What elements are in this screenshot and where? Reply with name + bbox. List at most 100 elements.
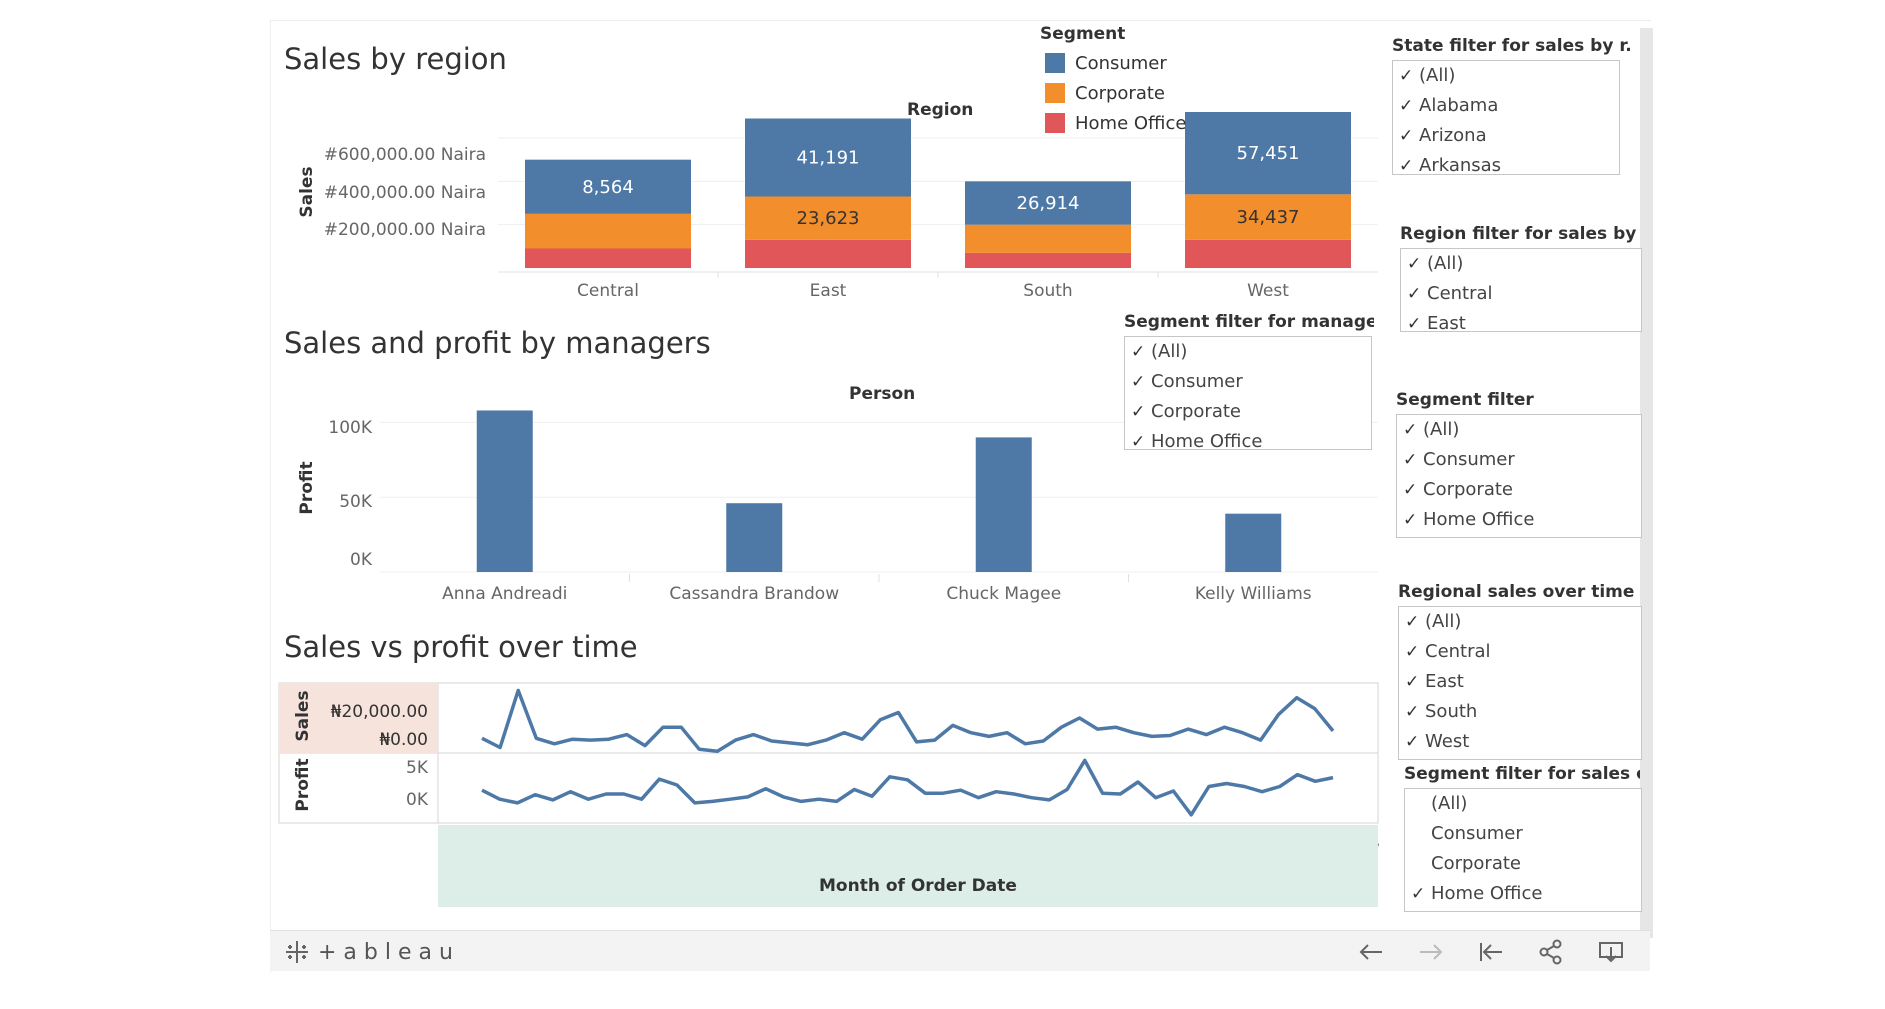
filter-2-title: Segment filter for managers bbox=[1124, 312, 1374, 332]
filter-option[interactable]: (All) bbox=[1405, 789, 1641, 819]
checkmark-icon[interactable]: ✓ bbox=[1131, 367, 1151, 397]
filter-option-label: Consumer bbox=[1423, 449, 1515, 470]
checkmark-icon[interactable]: ✓ bbox=[1131, 427, 1151, 449]
filter-option-label: Consumer bbox=[1431, 823, 1523, 844]
filter-option[interactable]: ✓ South bbox=[1399, 697, 1641, 727]
legend-item-consumer[interactable]: Consumer bbox=[1045, 52, 1167, 74]
filter-5-list[interactable]: (All) Consumer Corporate ✓ Home Office bbox=[1404, 788, 1642, 912]
filter-option-label: Home Office bbox=[1151, 431, 1263, 450]
undo-button[interactable] bbox=[1356, 937, 1386, 967]
filter-2-list[interactable]: ✓ (All) ✓ Consumer ✓ Corporate ✓ Home Office bbox=[1124, 336, 1372, 450]
filter-4-title: Regional sales over time bbox=[1398, 582, 1635, 602]
region-bar-label: 41,191 bbox=[797, 148, 860, 169]
profit-time-line bbox=[481, 758, 1334, 817]
filter-option-label: Home Office bbox=[1423, 509, 1535, 530]
manager-bar-chuck-magee bbox=[975, 437, 1032, 572]
manager-name-label: Chuck Magee bbox=[946, 584, 1061, 604]
legend-label: Corporate bbox=[1075, 82, 1165, 104]
filter-option[interactable]: ✓ (All) bbox=[1393, 61, 1619, 91]
filter-1-list[interactable]: ✓ (All) ✓ Central ✓ East bbox=[1400, 248, 1642, 332]
checkmark-icon[interactable]: ✓ bbox=[1407, 249, 1427, 279]
checkmark-icon[interactable]: ✓ bbox=[1405, 667, 1425, 697]
checkmark-icon[interactable]: ✓ bbox=[1403, 505, 1423, 535]
checkmark-icon[interactable]: ✓ bbox=[1405, 727, 1425, 757]
time-sales-tick-20k: ₦20,000.00 bbox=[330, 702, 428, 722]
filter-option[interactable]: ✓ West bbox=[1399, 727, 1641, 757]
checkmark-icon[interactable]: ✓ bbox=[1399, 121, 1419, 151]
checkmark-icon[interactable]: ✓ bbox=[1407, 279, 1427, 309]
filter-option[interactable]: ✓ (All) bbox=[1401, 249, 1641, 279]
region-bar-label: 34,437 bbox=[1237, 207, 1300, 228]
download-button[interactable] bbox=[1596, 937, 1626, 967]
tableau-logo[interactable]: +ableau bbox=[284, 939, 460, 965]
checkmark-icon[interactable]: ✓ bbox=[1131, 397, 1151, 427]
checkmark-icon[interactable]: ✓ bbox=[1407, 309, 1427, 331]
checkmark-icon[interactable]: ✓ bbox=[1399, 151, 1419, 174]
filter-option-label: Alabama bbox=[1419, 95, 1499, 116]
filter-option[interactable]: ✓ (All) bbox=[1125, 337, 1371, 367]
bottom-toolbar: +ableau bbox=[270, 930, 1650, 971]
redo-button[interactable] bbox=[1416, 937, 1446, 967]
filter-option[interactable]: ✓ Alabama bbox=[1393, 91, 1619, 121]
checkmark-icon[interactable]: ✓ bbox=[1399, 91, 1419, 121]
filter-option[interactable]: ✓ Home Office bbox=[1125, 427, 1371, 450]
filter-option[interactable]: ✓ Arizona bbox=[1393, 121, 1619, 151]
tableau-wordmark: +ableau bbox=[318, 939, 460, 965]
filter-option-label: Consumer bbox=[1151, 371, 1243, 392]
region-category-south: South bbox=[1023, 281, 1072, 301]
filter-option-label: East bbox=[1427, 313, 1466, 332]
filter-option[interactable]: ✓ Consumer bbox=[1397, 445, 1641, 475]
revert-button[interactable] bbox=[1476, 937, 1506, 967]
filter-5-title: Segment filter for sales ove bbox=[1404, 764, 1640, 784]
share-button[interactable] bbox=[1536, 937, 1566, 967]
manager-name-label: Kelly Williams bbox=[1195, 584, 1312, 604]
filter-0-list[interactable]: ✓(All)✓Alabama✓Arizona✓Arkansas✓Californ… bbox=[1392, 60, 1620, 175]
checkmark-icon[interactable]: ✓ bbox=[1405, 607, 1425, 637]
filter-option[interactable]: ✓ Central bbox=[1399, 637, 1641, 667]
checkmark-icon[interactable]: ✓ bbox=[1405, 637, 1425, 667]
checkmark-icon[interactable]: ✓ bbox=[1403, 445, 1423, 475]
legend-item-home-office[interactable]: Home Office bbox=[1045, 112, 1186, 134]
filter-option[interactable]: ✓ East bbox=[1399, 667, 1641, 697]
region-bar-central-home-office bbox=[525, 248, 691, 268]
filter-option[interactable]: ✓ Arkansas bbox=[1393, 151, 1619, 175]
legend-swatch bbox=[1045, 113, 1065, 133]
tableau-mark-icon bbox=[286, 941, 308, 963]
checkmark-icon[interactable]: ✓ bbox=[1405, 697, 1425, 727]
filter-option[interactable]: Consumer bbox=[1405, 819, 1641, 849]
filter-option[interactable]: ✓ Consumer bbox=[1125, 367, 1371, 397]
checkmark-icon[interactable]: ✓ bbox=[1399, 61, 1419, 91]
filter-option[interactable]: ✓ Corporate bbox=[1397, 475, 1641, 505]
filter-3-list[interactable]: ✓ (All) ✓ Consumer ✓ Corporate ✓ Home Office bbox=[1396, 414, 1642, 538]
checkmark-icon[interactable]: ✓ bbox=[1403, 415, 1423, 445]
filter-3-title: Segment filter bbox=[1396, 390, 1534, 410]
checkmark-icon[interactable]: ✓ bbox=[1403, 475, 1423, 505]
filter-option-label: (All) bbox=[1151, 341, 1188, 362]
filter-4-list[interactable]: ✓ (All) ✓ Central ✓ East ✓ South ✓ West bbox=[1398, 606, 1642, 760]
share-icon bbox=[1539, 939, 1562, 965]
filter-option[interactable]: Corporate bbox=[1405, 849, 1641, 879]
checkmark-icon[interactable]: ✓ bbox=[1131, 337, 1151, 367]
filter-option[interactable]: ✓ Home Office bbox=[1397, 505, 1641, 535]
checkmark-icon[interactable]: ✓ bbox=[1411, 879, 1431, 909]
manager-name-label: Cassandra Brandow bbox=[669, 584, 839, 604]
filter-option[interactable]: ✓ Central bbox=[1401, 279, 1641, 309]
filter-option[interactable]: ✓ (All) bbox=[1399, 607, 1641, 637]
legend-item-corporate[interactable]: Corporate bbox=[1045, 82, 1165, 104]
filter-1-title: Region filter for sales by reg bbox=[1400, 224, 1640, 244]
manager-bar-anna-andreadi bbox=[476, 410, 533, 572]
filter-option-label: Arkansas bbox=[1419, 155, 1502, 175]
filter-option[interactable]: ✓ Home Office bbox=[1405, 879, 1641, 909]
filter-option[interactable]: ✓ (All) bbox=[1397, 415, 1641, 445]
filter-option-label: (All) bbox=[1425, 611, 1462, 632]
filter-option-label: (All) bbox=[1427, 253, 1464, 274]
profit-tick-50k: 50K bbox=[339, 492, 372, 512]
time-title: Sales vs profit over time bbox=[284, 630, 638, 664]
filter-option-label: East bbox=[1425, 671, 1464, 692]
filter-option[interactable]: ✓ Corporate bbox=[1125, 397, 1371, 427]
filter-option-label: Corporate bbox=[1151, 401, 1241, 422]
region-bar-label: 8,564 bbox=[582, 177, 634, 198]
filter-option[interactable]: ✓ East bbox=[1401, 309, 1641, 332]
manager-name-label: Anna Andreadi bbox=[442, 584, 567, 604]
legend-swatch bbox=[1045, 53, 1065, 73]
